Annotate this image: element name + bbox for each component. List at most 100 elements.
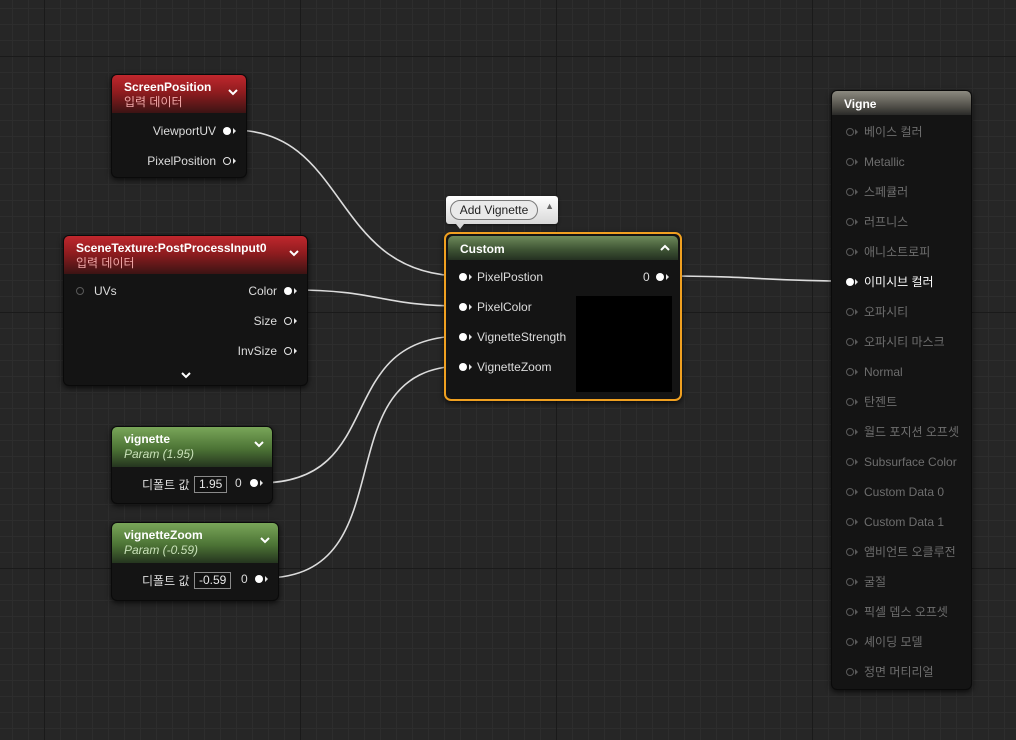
output-invsize-pin[interactable] [284, 347, 292, 355]
result-input-pin[interactable] [846, 308, 854, 316]
output-pin[interactable] [255, 575, 263, 583]
output-pin[interactable] [250, 479, 258, 487]
input-uvs-label: UVs [94, 284, 117, 298]
pin-icon[interactable]: ▲ [545, 202, 554, 211]
result-input-label: 러프니스 [864, 215, 909, 229]
scene-texture-node[interactable]: SceneTexture:PostProcessInput0 입력 데이터 UV… [63, 235, 308, 386]
screen-position-node[interactable]: ScreenPosition 입력 데이터 ViewportUV PixelPo… [111, 74, 247, 178]
input-pixelpostion-pin[interactable] [459, 273, 467, 281]
pin-arrow-icon [469, 334, 472, 340]
pin-arrow-icon [855, 159, 858, 165]
result-input-label: 월드 포지션 오프셋 [864, 425, 959, 439]
output-size-label: Size [253, 314, 277, 328]
material-result-node[interactable]: Vigne 베이스 컬러 Metallic 스페큘러 러프니스 애니소트로피 이미시브 컬… [831, 90, 972, 690]
result-input-pin[interactable] [846, 188, 854, 196]
node-title: vignetteZoom [124, 528, 203, 542]
input-uvs-pin[interactable] [76, 287, 84, 295]
output-pixelposition-pin[interactable] [223, 157, 231, 165]
scene-texture-header[interactable]: SceneTexture:PostProcessInput0 입력 데이터 [64, 236, 307, 274]
chevron-down-icon[interactable] [252, 437, 266, 451]
result-input-label: 애니소트로피 [864, 245, 931, 259]
pin-arrow-icon [469, 364, 472, 370]
result-input-label: 앰비언트 오클루전 [864, 545, 956, 559]
screen-position-header[interactable]: ScreenPosition 입력 데이터 [112, 75, 246, 113]
input-vignettezoom-pin[interactable] [459, 363, 467, 371]
node-subtitle: 입력 데이터 [76, 256, 135, 270]
input-vignettestrength-pin[interactable] [459, 333, 467, 341]
node-title: Custom [460, 242, 505, 256]
result-input-label: Normal [864, 365, 903, 379]
result-input-pin[interactable] [846, 368, 854, 376]
output-pin[interactable] [656, 273, 664, 281]
result-input-pin[interactable] [846, 218, 854, 226]
vignette-param-header[interactable]: vignette Param (1.95) [112, 427, 272, 467]
result-input-label: 오파시티 마스크 [864, 335, 945, 349]
pin-arrow-icon [855, 609, 858, 615]
input-pixelcolor-pin[interactable] [459, 303, 467, 311]
output-viewportuv-pin[interactable] [223, 127, 231, 135]
result-input-label: Custom Data 0 [864, 485, 945, 499]
result-input-label: 픽셀 뎁스 오프셋 [864, 605, 948, 619]
result-input-pin[interactable] [846, 638, 854, 646]
chevron-down-icon[interactable] [287, 246, 301, 260]
input-pixelcolor-label: PixelColor [477, 300, 532, 314]
output-label: 0 [643, 270, 650, 284]
result-input-pin[interactable] [846, 428, 854, 436]
result-input-label: Metallic [864, 155, 905, 169]
result-input-pin[interactable] [846, 578, 854, 586]
result-input-pin[interactable] [846, 248, 854, 256]
default-value-input[interactable]: 1.95 [194, 476, 228, 493]
output-color-pin[interactable] [284, 287, 292, 295]
input-vignettezoom-label: VignetteZoom [477, 360, 552, 374]
result-input-pin[interactable] [846, 668, 854, 676]
expand-chevron-icon[interactable] [179, 368, 193, 382]
input-vignettestrength-label: VignetteStrength [477, 330, 567, 344]
result-input-pin[interactable] [846, 128, 854, 136]
node-subtitle: Param (1.95) [124, 447, 195, 461]
chevron-up-icon[interactable] [658, 241, 672, 255]
pin-arrow-icon [233, 158, 236, 164]
result-input-label: 스페큘러 [864, 185, 909, 199]
pin-arrow-icon [294, 318, 297, 324]
result-input-pin[interactable] [846, 398, 854, 406]
custom-header[interactable]: Custom [448, 236, 678, 260]
result-input-pin[interactable] [846, 518, 854, 526]
custom-node[interactable]: Custom PixelPostion PixelColor VignetteS… [444, 232, 682, 401]
result-input-pin[interactable] [846, 548, 854, 556]
result-input-label: 베이스 컬러 [864, 125, 923, 139]
default-value-input[interactable]: -0.59 [194, 572, 232, 589]
wire-zoom-to-vignettezoom [263, 365, 464, 579]
pin-arrow-icon [855, 519, 858, 525]
result-input-pin[interactable] [846, 338, 854, 346]
pin-arrow-icon [469, 304, 472, 310]
output-color-label: Color [248, 284, 277, 298]
comment-bubble[interactable]: Add Vignette ▲ [446, 196, 558, 229]
node-title: ScreenPosition [124, 80, 212, 94]
pin-arrow-icon [265, 576, 268, 582]
output-size-pin[interactable] [284, 317, 292, 325]
result-input-pin[interactable] [846, 608, 854, 616]
pin-arrow-icon [855, 249, 858, 255]
pin-arrow-icon [855, 669, 858, 675]
comment-label[interactable]: Add Vignette [450, 200, 538, 220]
vignette-param-node[interactable]: vignette Param (1.95) 디폴트 값 1.95 0 [111, 426, 273, 504]
wire-color-to-pixelcolor [292, 289, 464, 307]
material-result-header[interactable]: Vigne [832, 91, 971, 115]
result-input-label: 정면 머티리얼 [864, 665, 934, 679]
result-input-pin[interactable] [846, 158, 854, 166]
chevron-down-icon[interactable] [226, 85, 240, 99]
result-input-pin[interactable] [846, 458, 854, 466]
vignette-zoom-param-node[interactable]: vignetteZoom Param (-0.59) 디폴트 값 -0.59 0 [111, 522, 279, 601]
node-subtitle: Param (-0.59) [124, 543, 199, 557]
pin-arrow-icon [855, 369, 858, 375]
result-input-pin[interactable] [846, 278, 854, 286]
vignette-zoom-param-header[interactable]: vignetteZoom Param (-0.59) [112, 523, 278, 563]
result-input-label: 셰이딩 모델 [864, 635, 923, 649]
pin-arrow-icon [469, 274, 472, 280]
result-input-pin[interactable] [846, 488, 854, 496]
wire-custom-to-emissive [661, 275, 852, 282]
pin-arrow-icon [855, 189, 858, 195]
input-pixelpostion-label: PixelPostion [477, 270, 544, 284]
pin-arrow-icon [855, 429, 858, 435]
chevron-down-icon[interactable] [258, 533, 272, 547]
